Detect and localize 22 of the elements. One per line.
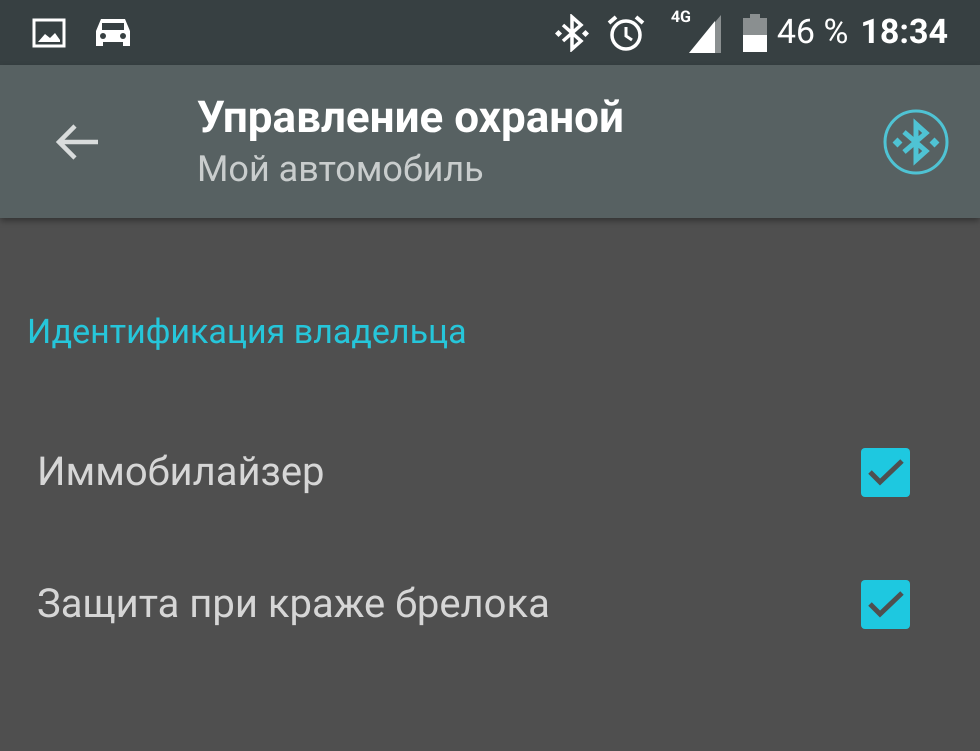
bluetooth-button[interactable] <box>882 108 950 176</box>
signal-icon <box>688 14 721 52</box>
checkmark-icon <box>866 589 904 619</box>
checkbox[interactable] <box>861 448 910 496</box>
battery-percent: 46 % <box>776 11 848 54</box>
setting-label: Защита при краже брелока <box>37 579 551 629</box>
back-arrow-icon <box>54 122 100 162</box>
battery-icon <box>742 14 767 52</box>
bluetooth-icon <box>882 108 950 176</box>
network-type: 4G <box>670 8 691 24</box>
toolbar-title: Управление охраной <box>197 90 624 144</box>
bluetooth-icon <box>554 14 589 52</box>
image-icon <box>32 18 66 48</box>
setting-row[interactable]: Защита при краже брелока <box>0 538 980 670</box>
checkmark-icon <box>866 457 904 487</box>
section-header: Идентификация владельца <box>27 311 468 354</box>
setting-row[interactable]: Иммобилайзер <box>0 406 980 538</box>
toolbar-subtitle: Мой автомобиль <box>197 146 485 192</box>
setting-label: Иммобилайзер <box>37 447 326 497</box>
checkbox[interactable] <box>861 580 910 628</box>
alarm-clock-icon <box>606 14 645 52</box>
clock-time: 18:34 <box>860 11 948 54</box>
